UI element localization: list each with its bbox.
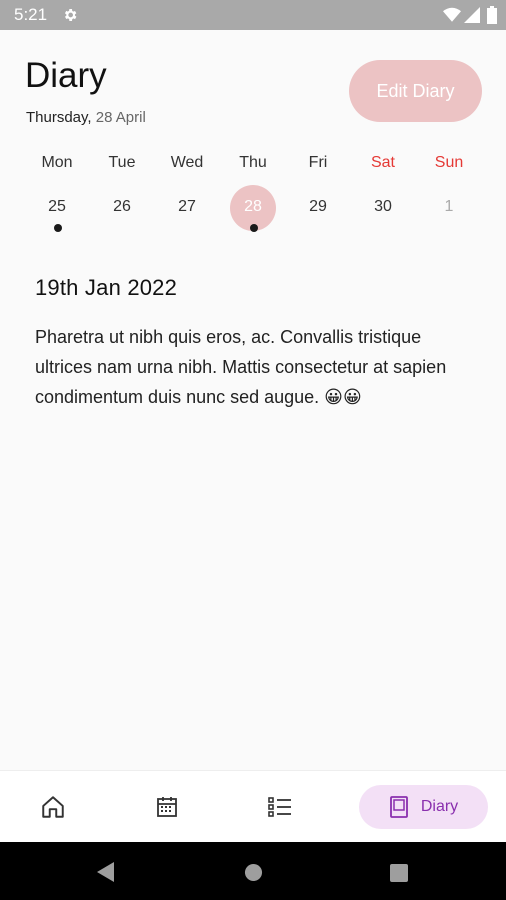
date-1[interactable]: 1 xyxy=(417,185,481,231)
weekday-tue: Tue xyxy=(108,154,136,171)
weekday-sun: Sun xyxy=(434,154,464,171)
edit-diary-button[interactable]: Edit Diary xyxy=(349,60,482,122)
date-27[interactable]: 27 xyxy=(155,185,219,231)
weekday-thu: Thu xyxy=(239,154,267,171)
nav-diary[interactable]: Diary xyxy=(359,785,488,829)
current-weekday: Thursday, xyxy=(26,109,92,126)
entry-indicator-dot xyxy=(250,224,258,232)
back-icon[interactable] xyxy=(97,862,115,882)
gear-icon xyxy=(64,9,77,21)
entry-date: 19th Jan 2022 xyxy=(35,275,178,300)
system-navigation-bar xyxy=(0,842,506,900)
nav-calendar[interactable] xyxy=(145,785,189,829)
list-icon xyxy=(268,797,291,817)
recents-icon[interactable] xyxy=(390,864,408,882)
entry-text: Pharetra ut nibh quis eros, ac. Convalli… xyxy=(35,327,447,407)
date-row: 25 26 27 28 29 30 1 xyxy=(25,185,481,245)
weekday-wed: Wed xyxy=(170,154,204,171)
diary-icon xyxy=(389,796,408,818)
weekday-fri: Fri xyxy=(308,154,328,171)
nav-list[interactable] xyxy=(258,785,302,829)
weekday-sat: Sat xyxy=(370,154,395,171)
weekday-mon: Mon xyxy=(41,154,73,171)
bottom-navigation: Diary xyxy=(0,770,506,842)
battery-icon xyxy=(487,6,497,24)
calendar-icon xyxy=(157,797,177,817)
weekday-row: Mon Tue Wed Thu Fri Sat Sun xyxy=(25,154,481,178)
page-title: Diary xyxy=(25,56,107,95)
status-time: 5:21 xyxy=(14,5,48,24)
wifi-icon xyxy=(443,7,461,22)
entry-indicator-dot xyxy=(54,224,62,232)
diary-screen: Diary Thursday, 28 April Edit Diary Mon … xyxy=(0,30,506,770)
home-circle-icon[interactable] xyxy=(244,863,263,882)
current-day: 28 April xyxy=(95,109,146,126)
signal-icon xyxy=(464,7,480,23)
current-date: Thursday, 28 April xyxy=(26,109,146,126)
status-bar: 5:21 xyxy=(0,0,506,30)
date-29[interactable]: 29 xyxy=(286,185,350,231)
home-icon xyxy=(42,796,64,818)
date-30[interactable]: 30 xyxy=(351,185,415,231)
nav-home[interactable] xyxy=(31,785,75,829)
date-26[interactable]: 26 xyxy=(90,185,154,231)
nav-diary-label: Diary xyxy=(420,798,459,815)
